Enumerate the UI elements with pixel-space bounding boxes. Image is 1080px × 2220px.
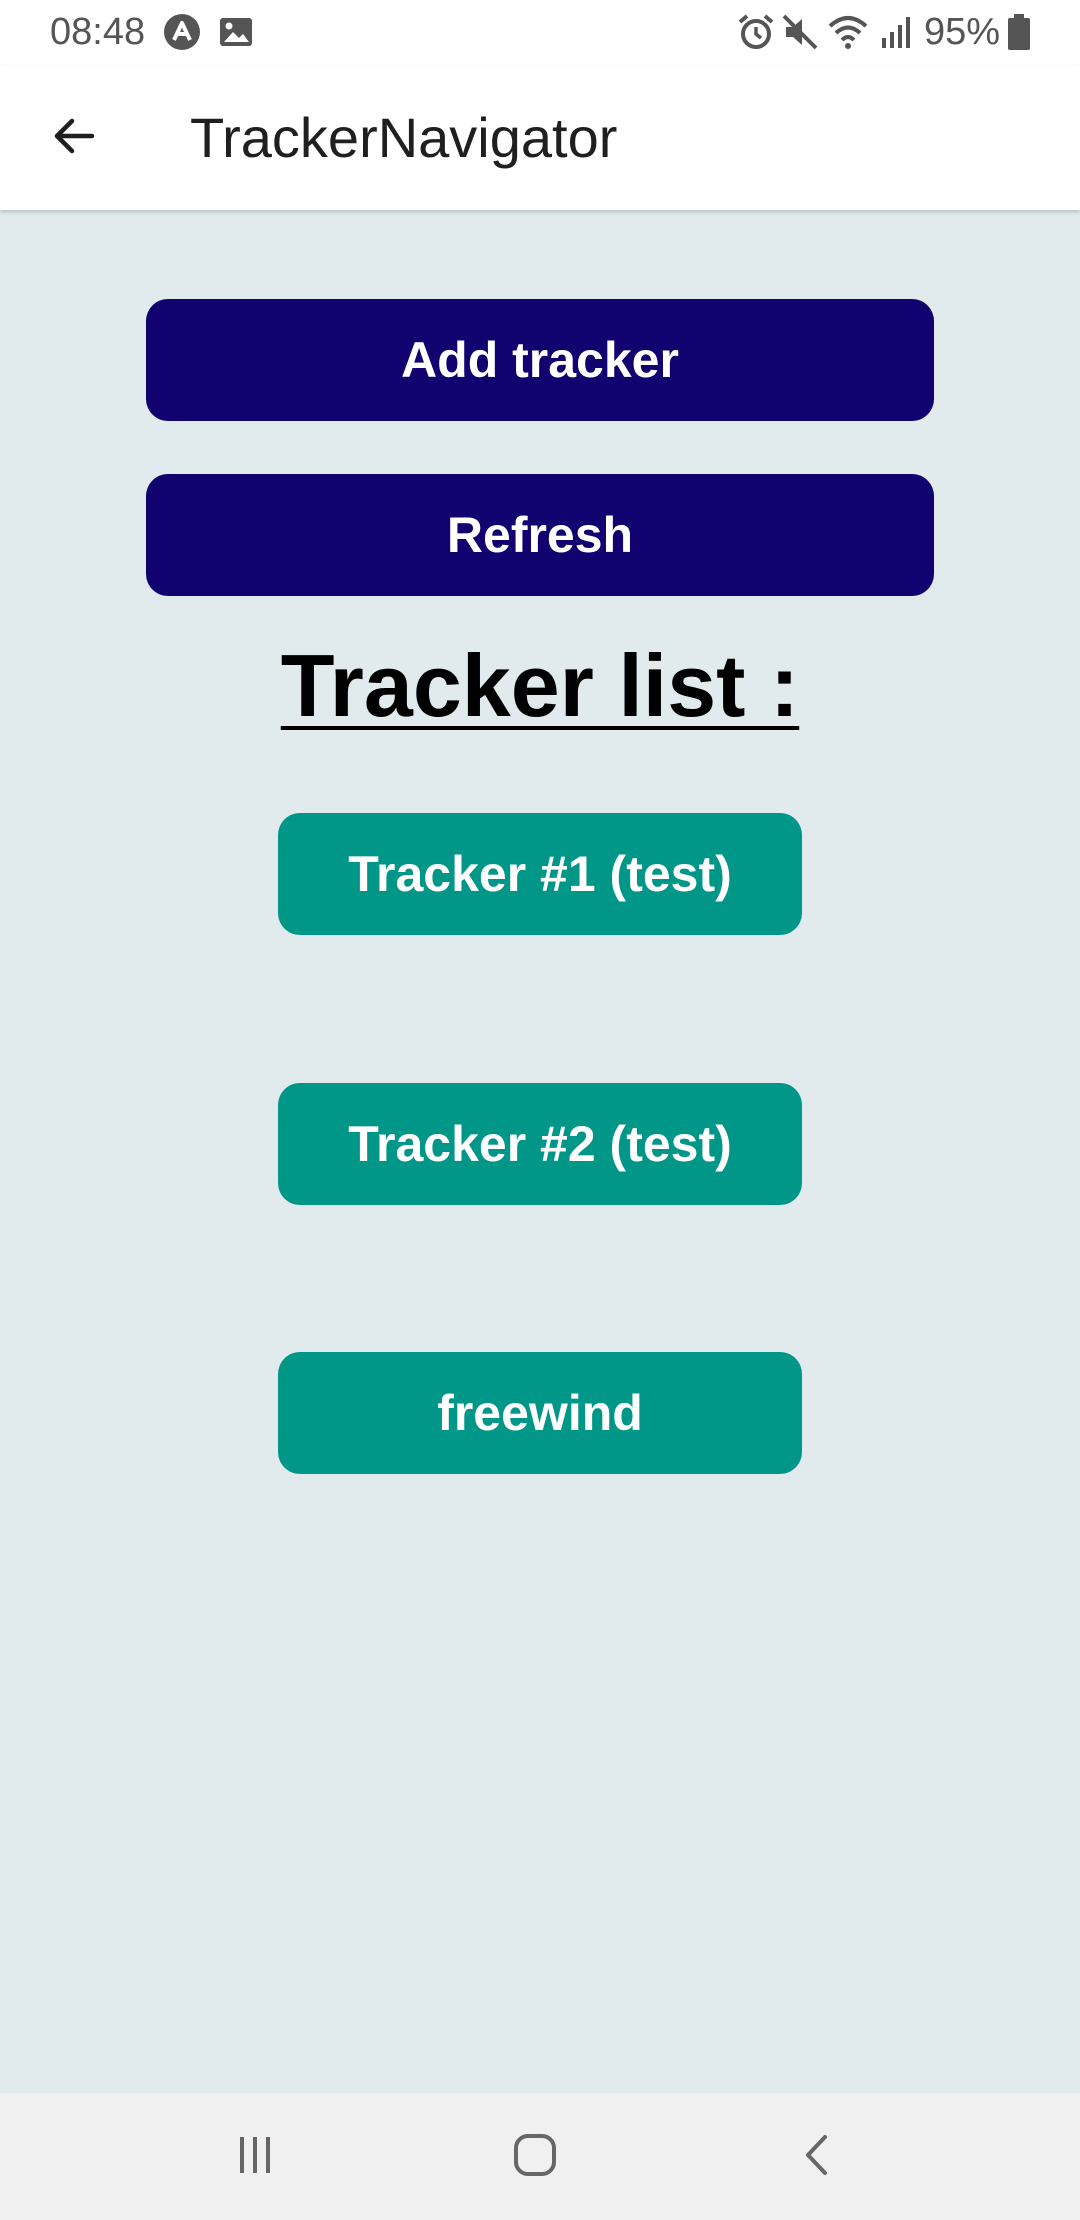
add-tracker-button[interactable]: Add tracker: [146, 299, 934, 421]
tracker-item-2[interactable]: Tracker #2 (test): [278, 1083, 802, 1205]
home-button[interactable]: [490, 2121, 580, 2193]
status-bar: 08:48 95%: [0, 0, 1080, 66]
arrow-left-icon: [50, 112, 98, 165]
alarm-icon: [736, 12, 776, 52]
signal-icon: [876, 12, 916, 52]
status-time: 08:48: [50, 11, 146, 53]
wifi-icon: [826, 12, 870, 52]
app-title: TrackerNavigator: [190, 106, 618, 169]
battery-percentage: 95%: [924, 11, 1001, 53]
home-icon: [511, 2131, 559, 2184]
system-nav-bar: [0, 2093, 1080, 2220]
app-bar: TrackerNavigator: [0, 66, 1080, 210]
battery-icon: [1004, 12, 1034, 52]
image-notification-icon: [216, 12, 256, 52]
back-icon: [795, 2133, 839, 2182]
tracker-item-freewind[interactable]: freewind: [278, 1352, 802, 1474]
refresh-button[interactable]: Refresh: [146, 474, 934, 596]
app-notification-icon: [162, 12, 202, 52]
recent-apps-button[interactable]: [210, 2121, 300, 2193]
tracker-item-1[interactable]: Tracker #1 (test): [278, 813, 802, 935]
nav-back-button[interactable]: [772, 2121, 862, 2193]
back-button[interactable]: [38, 102, 110, 174]
mute-icon: [780, 12, 820, 52]
recent-apps-icon: [233, 2133, 277, 2182]
tracker-list-title: Tracker list :: [280, 636, 800, 735]
